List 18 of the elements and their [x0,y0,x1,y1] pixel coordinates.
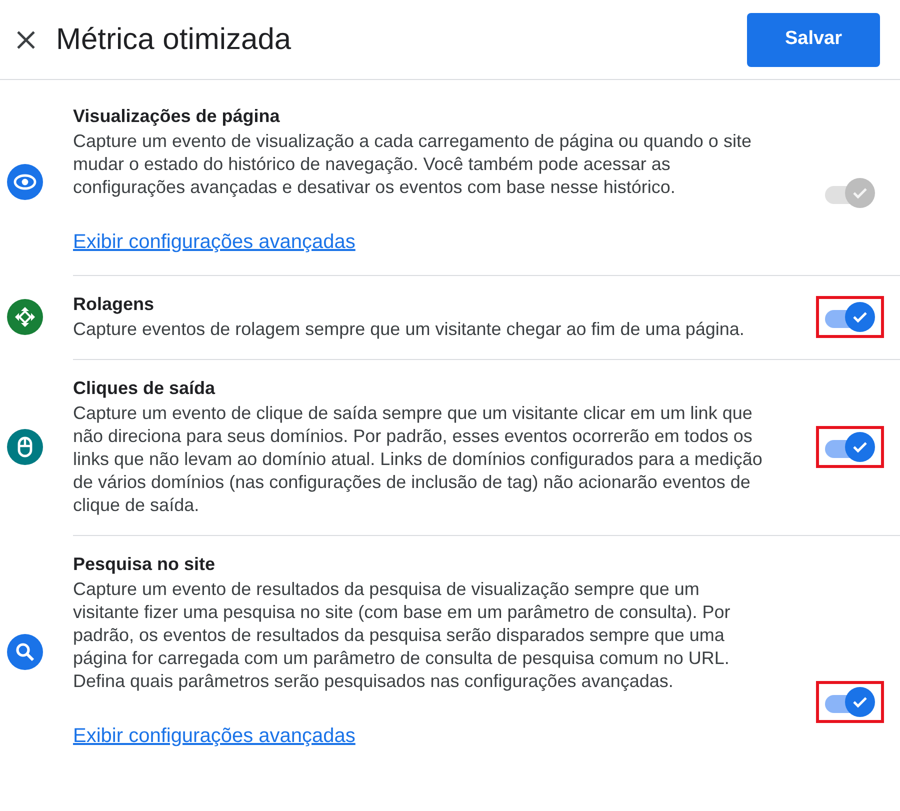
section-description: Capture um evento de visualização a cada carregamento de página ou quando o site mudar o estado do histórico de navegação. Você também pode acessar as configurações avançadas e desativar os eventos com base nesse histórico. [73,130,752,199]
section-title: Cliques de saída [73,377,216,400]
save-button[interactable]: Salvar [747,12,880,66]
advanced-settings-link[interactable]: Exibir configurações avançadas [73,721,356,751]
section-description: Capture eventos de rolagem sempre que um visitante chegar ao fim de uma página. [73,318,746,341]
section-description: Capture um evento de resultados da pesquisa de visualização sempre que um visitante fizer uma pesquisa no site (com base em um parâmetro de consulta). Por padrão, os eventos de resultados da pesquisa serão disparados sempre que uma página for carregada com um parâmetro de consulta de pesquisa comum no URL. Defina quais parâmetros serão pesquisados nas configurações avançadas. [73,578,732,693]
toggle-switch[interactable] [816,296,884,338]
section-title: Pesquisa no site [73,553,216,576]
toggle-switch[interactable] [816,426,884,468]
eye-icon [7,164,43,200]
toggle-switch[interactable] [816,680,884,722]
section-title: Rolagens [73,293,156,316]
dialog-title: Métrica otimizada [56,22,292,58]
mouse-icon [7,429,43,465]
search-icon [7,634,43,670]
arrows-icon [7,299,43,335]
section-title: Visualizações de página [73,105,281,128]
section-description: Capture um evento de clique de saída sempre que um visitante clicar em um link que não direciona para seus domínios. Por padrão, esses eventos ocorrerão em todos os links que não levam ao domínio atual. Links de domínios configurados para a medição de vários domínios (nas configurações de inclusão de tag) não acionarão eventos de clique de saída. [73,402,764,517]
